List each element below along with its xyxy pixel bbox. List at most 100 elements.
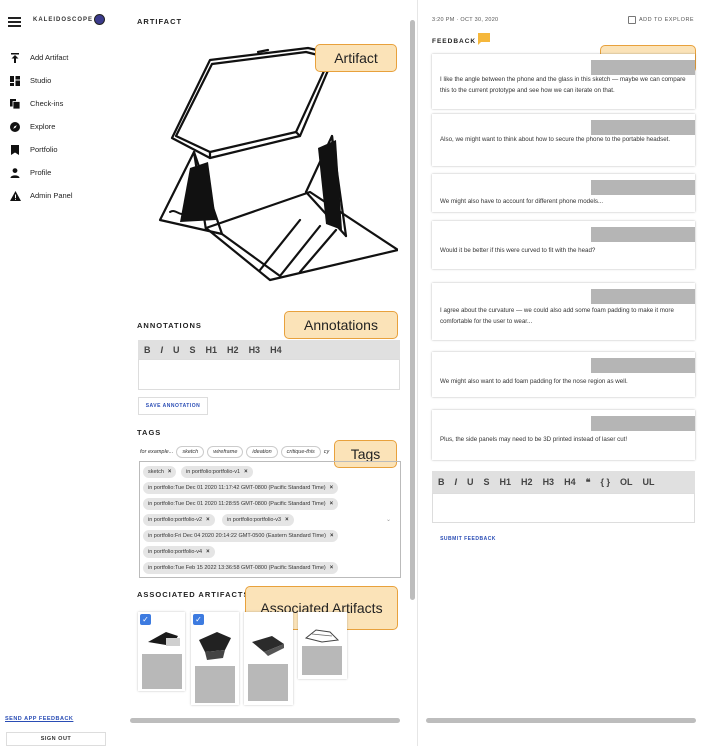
underline-button[interactable]: U (467, 477, 474, 487)
sidebar-item-explore[interactable]: Explore (0, 115, 112, 138)
annotation-text-area[interactable] (138, 359, 400, 390)
h4-button[interactable]: H4 (270, 345, 282, 355)
remove-tag-icon[interactable]: × (206, 549, 210, 555)
associated-artifact-card[interactable]: ✓ (138, 612, 185, 691)
tags-title: TAGS (137, 428, 162, 437)
h4-button[interactable]: H4 (564, 477, 576, 487)
artifact-thumbnail (148, 632, 180, 646)
h2-button[interactable]: H2 (521, 477, 533, 487)
comment-text: We might also have to account for differ… (440, 198, 604, 205)
feedback-comment-card: Also, we might want to think about how t… (432, 114, 695, 166)
sidebar-item-profile[interactable]: Profile (0, 161, 112, 184)
feedback-editor-toolbar: B I U S H1 H2 H3 H4 ❝ { } OL UL (432, 471, 695, 493)
ordered-list-button[interactable]: OL (620, 477, 633, 487)
callout-annotations: Annotations (284, 311, 398, 339)
remove-tag-icon[interactable]: × (330, 501, 334, 507)
associated-artifact-card[interactable] (298, 612, 347, 679)
user-avatar[interactable] (94, 14, 105, 25)
code-button[interactable]: { } (600, 477, 610, 487)
tag-example-chip[interactable]: ideation (246, 446, 278, 458)
italic-button[interactable]: I (455, 477, 458, 487)
remove-tag-icon[interactable]: × (330, 485, 334, 491)
italic-button[interactable]: I (161, 345, 164, 355)
feedback-comment-card: Would it be better if this were curved t… (432, 221, 695, 269)
horizontal-scrollbar[interactable] (130, 718, 400, 723)
feedback-comment-card: I like the angle between the phone and t… (432, 54, 695, 109)
person-icon (0, 167, 30, 178)
associated-artifacts-title: ASSOCIATED ARTIFACTS (137, 590, 250, 599)
bold-button[interactable]: B (438, 477, 445, 487)
associated-artifact-card[interactable]: ✓ (191, 612, 239, 705)
feedback-comment-card: We might also have to account for differ… (432, 174, 695, 212)
tag-label: in portfolio:Fri Dec 04 2020 20:14:22 GM… (148, 533, 326, 539)
brand-name: KALEIDOSCOPE (33, 17, 94, 23)
submit-feedback-button[interactable]: SUBMIT FEEDBACK (432, 530, 504, 547)
tag-chip: in portfolio:Tue Feb 15 2022 13:36:58 GM… (143, 562, 339, 574)
compass-icon (0, 121, 30, 132)
bookmark-icon (0, 144, 30, 155)
sidebar-item-check-ins[interactable]: Check-ins (0, 92, 112, 115)
send-app-feedback-link[interactable]: SEND APP FEEDBACK (5, 716, 73, 722)
sidebar-nav: Add Artifact Studio Check-ins Explore Po… (0, 46, 112, 207)
comment-author-placeholder (591, 120, 695, 135)
checkbox-checked-icon[interactable]: ✓ (193, 614, 204, 625)
bold-button[interactable]: B (144, 345, 151, 355)
feedback-comment-card: We might also want to add foam padding f… (432, 352, 695, 397)
tag-example-chip[interactable]: critique-this (280, 446, 321, 458)
tag-label: in portfolio:Tue Feb 15 2022 13:36:58 GM… (148, 565, 326, 571)
hamburger-menu-icon[interactable] (8, 17, 21, 27)
artifact-sketch-image (158, 46, 398, 282)
h3-button[interactable]: H3 (249, 345, 261, 355)
add-to-explore-checkbox[interactable] (628, 16, 636, 24)
h2-button[interactable]: H2 (227, 345, 239, 355)
comment-author-placeholder (591, 289, 695, 304)
sidebar-item-label: Add Artifact (30, 53, 69, 62)
comment-text: Also, we might want to think about how t… (440, 136, 671, 143)
underline-button[interactable]: U (173, 345, 180, 355)
remove-tag-icon[interactable]: × (285, 517, 289, 523)
remove-tag-icon[interactable]: × (244, 469, 248, 475)
associated-artifact-card[interactable] (244, 612, 293, 705)
h1-button[interactable]: H1 (206, 345, 218, 355)
tag-label: in portfolio:portfolio-v4 (148, 549, 203, 555)
add-to-explore-toggle[interactable]: ADD TO EXPLORE (628, 16, 694, 24)
remove-tag-icon[interactable]: × (206, 517, 210, 523)
sidebar-item-label: Check-ins (30, 99, 64, 108)
remove-tag-icon[interactable]: × (168, 469, 172, 475)
comment-author-placeholder (591, 60, 695, 75)
strikethrough-button[interactable]: S (484, 477, 490, 487)
blockquote-button[interactable]: ❝ (586, 477, 591, 488)
artifact-timestamp: 3:20 PM · OCT 30, 2020 (432, 17, 499, 23)
sidebar-item-label: Studio (30, 76, 52, 85)
tag-example-chip[interactable]: cy (324, 449, 330, 455)
comment-flag-icon (478, 33, 490, 45)
tag-chip: in portfolio:Fri Dec 04 2020 20:14:22 GM… (143, 530, 339, 542)
sidebar-item-label: Admin Panel (30, 191, 73, 200)
remove-tag-icon[interactable]: × (330, 533, 334, 539)
feedback-text-area[interactable] (432, 493, 695, 523)
tag-example-chip[interactable]: wireframe (207, 446, 244, 458)
tags-dropdown-caret-icon[interactable]: ⌄ (386, 516, 391, 523)
checkbox-checked-icon[interactable]: ✓ (140, 614, 151, 625)
sidebar-item-admin-panel[interactable]: Admin Panel (0, 184, 112, 207)
comment-text: I agree about the curvature — we could a… (440, 307, 674, 325)
tag-chip: in portfolio:portfolio-v3 × (222, 514, 294, 526)
artifact-thumbnail-placeholder (248, 664, 288, 701)
sign-out-button[interactable]: SIGN OUT (6, 732, 106, 746)
copy-icon (0, 98, 30, 109)
sidebar-item-studio[interactable]: Studio (0, 69, 112, 92)
comment-author-placeholder (591, 358, 695, 373)
artifact-thumbnail-placeholder (195, 666, 235, 703)
strikethrough-button[interactable]: S (190, 345, 196, 355)
vertical-scrollbar[interactable] (410, 20, 415, 600)
unordered-list-button[interactable]: UL (642, 477, 654, 487)
remove-tag-icon[interactable]: × (330, 565, 334, 571)
tag-example-chip[interactable]: sketch (176, 446, 205, 458)
sidebar-item-portfolio[interactable]: Portfolio (0, 138, 112, 161)
save-annotation-button[interactable]: SAVE ANNOTATION (138, 397, 208, 415)
h3-button[interactable]: H3 (543, 477, 555, 487)
horizontal-scrollbar[interactable] (426, 718, 696, 723)
sidebar-item-add-artifact[interactable]: Add Artifact (0, 46, 112, 69)
grid-icon (0, 75, 30, 86)
h1-button[interactable]: H1 (500, 477, 512, 487)
